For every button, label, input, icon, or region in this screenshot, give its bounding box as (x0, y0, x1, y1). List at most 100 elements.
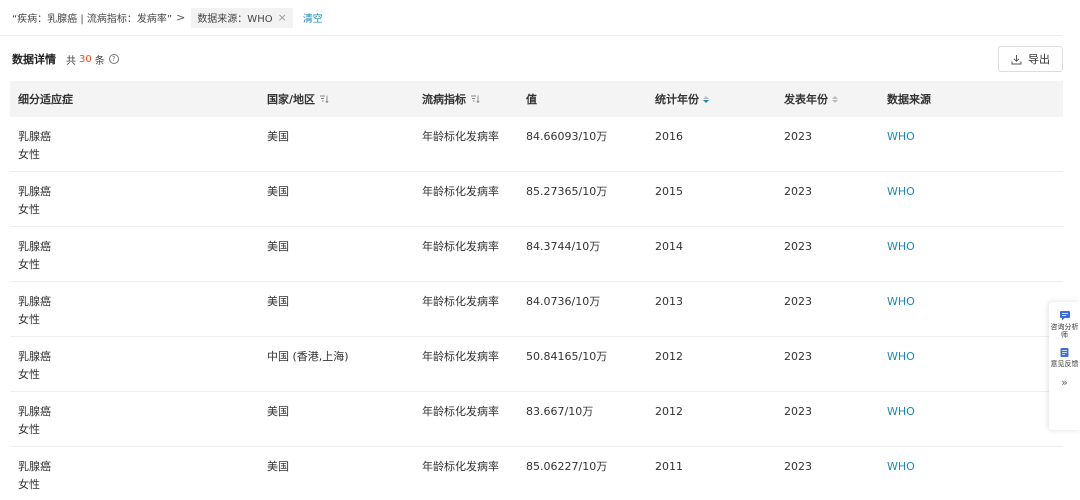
cell-indicator: 年龄标化发病率 (422, 295, 499, 308)
side-float-panel: 咨询分析师 意见反馈 » (1049, 302, 1080, 430)
cell-disease: 乳腺癌 (18, 460, 51, 473)
cell-subindication: 乳腺癌 女性 (18, 348, 51, 384)
cell-stat-year: 2015 (655, 185, 683, 198)
cell-source-link[interactable]: WHO (887, 403, 915, 421)
filter-separator: > (176, 11, 186, 24)
filter-bar: “疾病：乳腺癌 | 流病指标：发病率” > 数据来源：WHO × 清空 (0, 0, 1062, 36)
count-number: 30 (79, 53, 92, 65)
filter-icon[interactable] (319, 94, 329, 104)
cell-value: 84.0736/10万 (526, 295, 601, 308)
feedback-icon (1060, 348, 1069, 357)
export-label: 导出 (1028, 53, 1050, 66)
table-header: 细分适应症 国家/地区 流病指标 值 统计年份 发表年份 数据来源 (10, 81, 1063, 117)
cell-gender: 女性 (18, 148, 40, 161)
cell-disease: 乳腺癌 (18, 185, 51, 198)
cell-subindication: 乳腺癌 女性 (18, 403, 51, 439)
cell-value: 83.667/10万 (526, 405, 594, 418)
consult-analyst-button[interactable]: 咨询分析师 (1051, 310, 1079, 339)
consult-analyst-label: 咨询分析师 (1050, 323, 1079, 339)
cell-disease: 乳腺癌 (18, 295, 51, 308)
download-icon (1011, 54, 1022, 64)
chat-icon (1059, 311, 1070, 321)
table-row: 乳腺癌 女性 中国 (香港,上海) 年龄标化发病率 50.84165/10万 2… (10, 337, 1063, 392)
filter-tag-label: 数据来源：WHO (197, 14, 273, 25)
cell-disease: 乳腺癌 (18, 405, 51, 418)
cell-stat-year: 2016 (655, 130, 683, 143)
cell-stat-year: 2012 (655, 405, 683, 418)
cell-disease: 乳腺癌 (18, 350, 51, 363)
cell-disease: 乳腺癌 (18, 130, 51, 143)
feedback-label: 意见反馈 (1050, 360, 1079, 368)
cell-country: 美国 (267, 240, 289, 253)
cell-gender: 女性 (18, 368, 40, 381)
table-body: 乳腺癌 女性 美国 年龄标化发病率 84.66093/10万 2016 2023… (10, 117, 1063, 500)
close-icon[interactable]: × (278, 11, 287, 24)
cell-source-link[interactable]: WHO (887, 458, 915, 476)
cell-source-link[interactable]: WHO (887, 128, 915, 146)
cell-source-link[interactable]: WHO (887, 238, 915, 256)
cell-indicator: 年龄标化发病率 (422, 185, 499, 198)
sort-icon[interactable] (832, 95, 838, 103)
clear-filters-link[interactable]: 清空 (303, 10, 323, 25)
cell-pub-year: 2023 (784, 130, 812, 143)
cell-country: 美国 (267, 295, 289, 308)
column-header-stat-year[interactable]: 统计年份 (655, 81, 709, 117)
cell-stat-year: 2011 (655, 460, 683, 473)
record-count: 共 30 条 ? (66, 52, 119, 67)
column-header-indicator[interactable]: 流病指标 (422, 81, 480, 117)
column-header-subindication: 细分适应症 (18, 93, 73, 106)
cell-stat-year: 2012 (655, 350, 683, 363)
count-suffix: 条 (94, 55, 105, 67)
cell-pub-year: 2023 (784, 295, 812, 308)
cell-source-link[interactable]: WHO (887, 348, 915, 366)
column-header-country[interactable]: 国家/地区 (267, 81, 329, 117)
cell-subindication: 乳腺癌 女性 (18, 238, 51, 274)
cell-source-link[interactable]: WHO (887, 293, 915, 311)
export-button[interactable]: 导出 (998, 46, 1063, 72)
cell-stat-year: 2013 (655, 295, 683, 308)
cell-indicator: 年龄标化发病率 (422, 405, 499, 418)
cell-disease: 乳腺癌 (18, 240, 51, 253)
cell-value: 85.06227/10万 (526, 460, 608, 473)
filter-query: “疾病：乳腺癌 | 流病指标：发病率” (12, 14, 173, 25)
feedback-button[interactable]: 意见反馈 (1051, 347, 1079, 368)
cell-pub-year: 2023 (784, 460, 812, 473)
cell-indicator: 年龄标化发病率 (422, 240, 499, 253)
sort-icon[interactable] (703, 95, 709, 103)
section-title: 数据详情 (12, 53, 56, 66)
section-header: 数据详情 共 30 条 ? (12, 48, 119, 70)
cell-subindication: 乳腺癌 女性 (18, 183, 51, 219)
cell-value: 84.66093/10万 (526, 130, 608, 143)
table-row: 乳腺癌 女性 美国 年龄标化发病率 85.27365/10万 2015 2023… (10, 172, 1063, 227)
cell-pub-year: 2023 (784, 350, 812, 363)
table-row: 乳腺癌 女性 美国 年龄标化发病率 84.3744/10万 2014 2023 … (10, 227, 1063, 282)
cell-pub-year: 2023 (784, 185, 812, 198)
data-table: 细分适应症 国家/地区 流病指标 值 统计年份 发表年份 数据来源 乳腺癌 女性… (10, 81, 1063, 500)
double-chevron-right-icon[interactable]: » (1061, 376, 1068, 389)
cell-value: 84.3744/10万 (526, 240, 601, 253)
column-header-value: 值 (526, 93, 537, 106)
cell-country: 美国 (267, 130, 289, 143)
table-row: 乳腺癌 女性 美国 年龄标化发病率 84.0736/10万 2013 2023 … (10, 282, 1063, 337)
cell-country: 美国 (267, 185, 289, 198)
cell-country: 中国 (香港,上海) (267, 350, 349, 363)
filter-tag-source[interactable]: 数据来源：WHO × (191, 7, 293, 28)
cell-country: 美国 (267, 405, 289, 418)
cell-subindication: 乳腺癌 女性 (18, 458, 51, 494)
cell-gender: 女性 (18, 478, 40, 491)
cell-subindication: 乳腺癌 女性 (18, 293, 51, 329)
cell-pub-year: 2023 (784, 240, 812, 253)
column-header-pub-year[interactable]: 发表年份 (784, 81, 838, 117)
count-prefix: 共 (66, 55, 76, 67)
cell-value: 85.27365/10万 (526, 185, 608, 198)
cell-pub-year: 2023 (784, 405, 812, 418)
cell-gender: 女性 (18, 258, 40, 271)
table-row: 乳腺癌 女性 美国 年龄标化发病率 85.06227/10万 2011 2023… (10, 447, 1063, 500)
cell-gender: 女性 (18, 313, 40, 326)
help-icon[interactable]: ? (108, 54, 119, 64)
column-header-source: 数据来源 (887, 93, 931, 106)
cell-indicator: 年龄标化发病率 (422, 350, 499, 363)
filter-icon[interactable] (470, 94, 480, 104)
cell-gender: 女性 (18, 423, 40, 436)
cell-source-link[interactable]: WHO (887, 183, 915, 201)
